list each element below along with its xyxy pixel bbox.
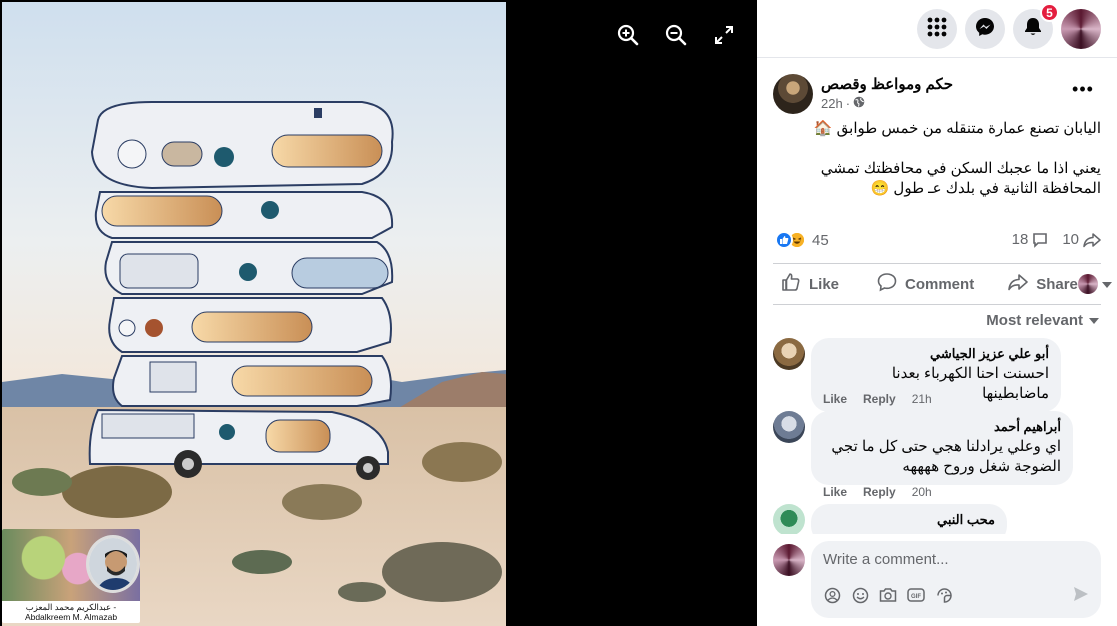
thumbs-up-icon <box>781 272 801 296</box>
grid-menu-icon <box>927 17 947 42</box>
comment-reply-link[interactable]: Reply <box>863 485 896 499</box>
caret-down-icon <box>1101 276 1112 293</box>
comments-count[interactable]: 18 <box>1012 231 1049 248</box>
caret-down-icon <box>1089 312 1099 329</box>
comment-sort-dropdown[interactable]: Most relevant <box>986 312 1099 329</box>
messenger-button[interactable] <box>965 9 1005 49</box>
share-button[interactable]: Share <box>1008 266 1078 302</box>
post-panel: حكم ومواعظ وقصص 22h · ••• اليابان تصنع ع… <box>757 59 1117 626</box>
share-arrow-icon <box>1083 232 1101 248</box>
menu-button[interactable] <box>917 9 957 49</box>
comment-reply-link[interactable]: Reply <box>863 392 896 406</box>
post-meta: 22h · <box>821 96 865 111</box>
comment-icon <box>877 272 897 296</box>
comment-box: GIF <box>811 541 1101 618</box>
notification-badge: 5 <box>1040 3 1059 22</box>
commenter-avatar[interactable] <box>773 338 805 370</box>
comment-bubble-icon <box>1032 232 1048 248</box>
comment: أبراهيم أحمد اي وعلي يرادلنا هجي حتى كل … <box>773 411 1103 501</box>
composer-avatar <box>773 544 805 576</box>
commenter-name[interactable]: محب النبي <box>823 512 995 528</box>
comment-like-link[interactable]: Like <box>823 485 847 499</box>
comment-text: اي وعلي يرادلنا هجي حتى كل ما تجي الضوجة… <box>831 438 1061 475</box>
send-icon[interactable] <box>1073 586 1089 607</box>
svg-text:GIF: GIF <box>911 594 921 600</box>
comment: محب النبي <box>773 504 1103 534</box>
profile-avatar <box>1077 274 1098 294</box>
comment-like-link[interactable]: Like <box>823 392 847 406</box>
comment-button[interactable]: Comment <box>877 266 974 302</box>
commenter-avatar[interactable] <box>773 411 805 443</box>
reaction-count: 45 <box>812 231 829 249</box>
comment-bubble: محب النبي <box>811 504 1007 534</box>
post-author[interactable]: حكم ومواعظ وقصص <box>821 75 953 93</box>
shares-count[interactable]: 10 <box>1062 231 1101 248</box>
post-text: اليابان تصنع عمارة متنقله من خمس طوابق 🏠… <box>781 119 1101 219</box>
photo-viewer: عبدالكريم محمد المعزب - Abdalkreem M. Al… <box>0 0 757 626</box>
post-text-line: اليابان تصنع عمارة متنقله من خمس طوابق 🏠 <box>813 120 1101 137</box>
more-options-button[interactable]: ••• <box>1069 75 1097 103</box>
commenter-name[interactable]: أبو علي عزيز الجياشي <box>823 346 1049 362</box>
globe-icon <box>853 96 865 111</box>
post-actions: Like Comment Share <box>773 263 1112 305</box>
sticker-icon[interactable] <box>935 586 953 604</box>
notifications-button[interactable]: 5 <box>1013 3 1059 49</box>
share-icon <box>1008 273 1028 295</box>
comment-time[interactable]: 21h <box>912 392 932 406</box>
commenter-avatar[interactable] <box>773 504 805 534</box>
zoom-out-icon[interactable] <box>663 22 689 48</box>
like-reaction-icon <box>775 231 793 249</box>
comment: أبو علي عزيز الجياشي احسنت احنا الكهرباء… <box>773 338 1103 412</box>
comment-bubble: أبراهيم أحمد اي وعلي يرادلنا هجي حتى كل … <box>811 411 1073 485</box>
like-button[interactable]: Like <box>781 266 839 302</box>
emoji-icon[interactable] <box>851 586 869 604</box>
watermark-text: عبدالكريم محمد المعزب - Abdalkreem M. Al… <box>24 602 118 622</box>
react-as-selector[interactable] <box>1077 266 1112 302</box>
page-avatar[interactable] <box>773 74 813 114</box>
comment-actions: Like Reply 21h <box>823 392 932 406</box>
post-time[interactable]: 22h <box>821 96 843 111</box>
messenger-icon <box>975 17 995 42</box>
composer-tools: GIF <box>823 586 953 604</box>
avatar-sticker-icon[interactable] <box>823 586 841 604</box>
viewer-toolbar <box>615 22 757 48</box>
zoom-in-icon[interactable] <box>615 22 641 48</box>
engagement-counts: 18 10 <box>1012 231 1101 248</box>
camera-icon[interactable] <box>879 586 897 604</box>
watermark-avatar <box>86 535 140 593</box>
reactions-summary[interactable]: 45 <box>775 231 829 249</box>
post-text-line: يعني اذا ما عجبك السكن في محافظتك تمشي ا… <box>820 160 1101 197</box>
watermark: عبدالكريم محمد المعزب - Abdalkreem M. Al… <box>2 529 140 623</box>
commenter-name[interactable]: أبراهيم أحمد <box>823 419 1061 435</box>
comment-actions: Like Reply 20h <box>823 485 932 499</box>
comment-input[interactable] <box>823 551 1083 568</box>
account-avatar[interactable] <box>1061 9 1101 49</box>
top-nav: 5 <box>757 0 1117 58</box>
comment-time[interactable]: 20h <box>912 485 932 499</box>
more-icon: ••• <box>1072 78 1094 99</box>
gif-icon[interactable]: GIF <box>907 586 925 604</box>
fullscreen-icon[interactable] <box>711 22 737 48</box>
comment-composer: GIF <box>757 539 1117 626</box>
bell-icon <box>1024 17 1042 42</box>
